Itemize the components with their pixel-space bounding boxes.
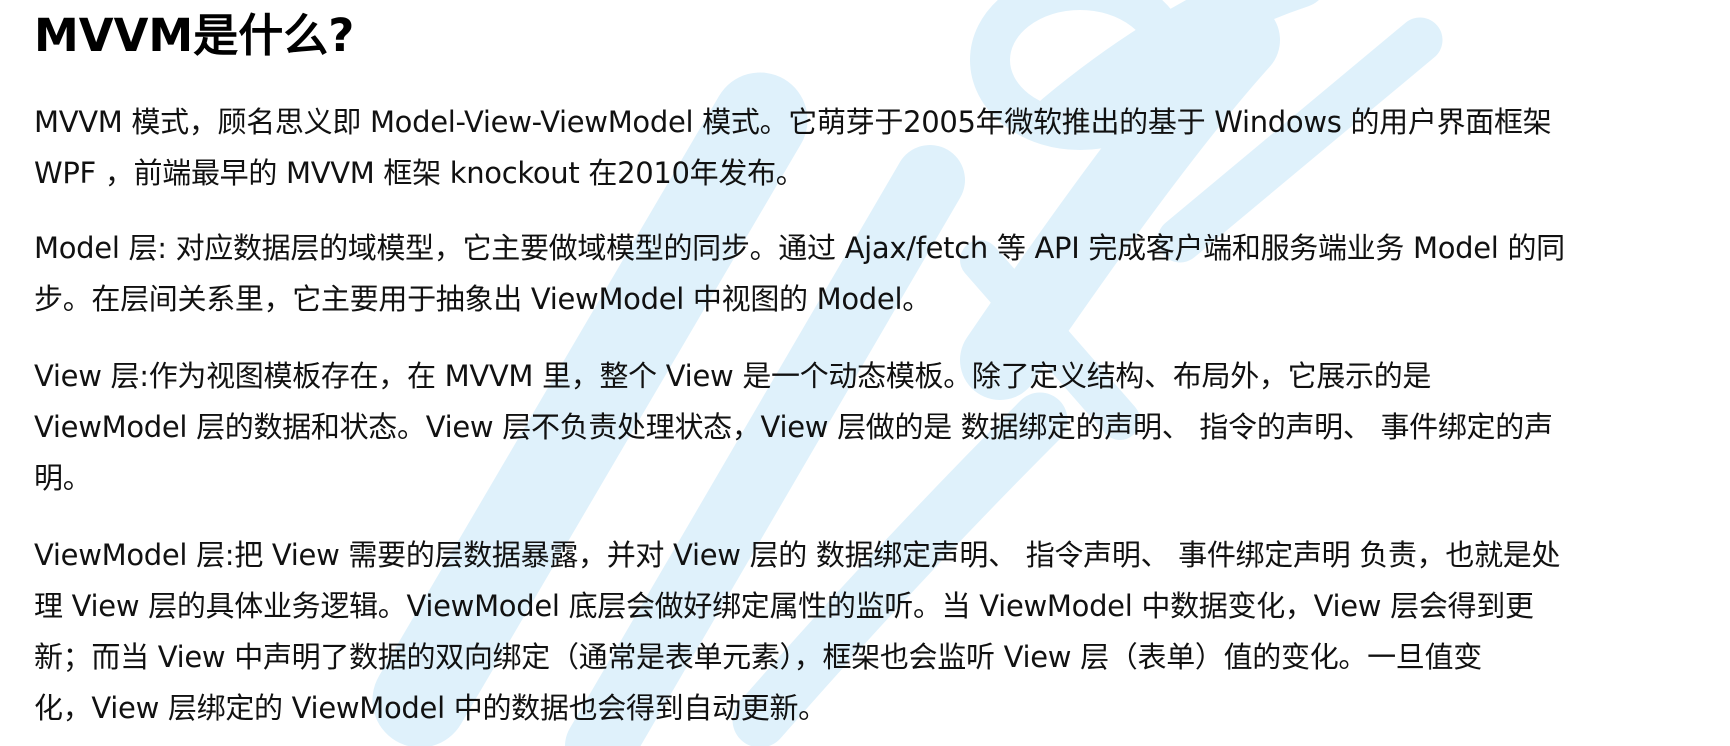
page-title: MVVM是什么? [34, 9, 355, 62]
text-line: 步。在层间关系里，它主要用于抽象出 ViewModel 中视图的 Model。 [34, 282, 931, 316]
text-line: MVVM 模式，顾名思义即 Model-View-ViewModel 模式。它萌… [34, 105, 1552, 139]
paragraph-view-layer: View 层:作为视图模板存在，在 MVVM 里，整个 View 是一个动态模板… [34, 351, 1714, 504]
text-line: 新；而当 View 中声明了数据的双向绑定（通常是表单元素），框架也会监听 Vi… [34, 640, 1482, 674]
text-line: 化，View 层绑定的 ViewModel 中的数据也会得到自动更新。 [34, 691, 827, 725]
text-line: WPF ，前端最早的 MVVM 框架 knockout 在2010年发布。 [34, 156, 805, 190]
text-line: 明。 [34, 461, 92, 495]
paragraph-viewmodel-layer: ViewModel 层:把 View 需要的层数据暴露，并对 View 层的 数… [34, 530, 1714, 734]
paragraph-mvvm-intro: MVVM 模式，顾名思义即 Model-View-ViewModel 模式。它萌… [34, 97, 1714, 199]
text-line: View 层:作为视图模板存在，在 MVVM 里，整个 View 是一个动态模板… [34, 359, 1432, 393]
paragraph-model-layer: Model 层: 对应数据层的域模型，它主要做域模型的同步。通过 Ajax/fe… [34, 223, 1714, 325]
text-line: Model 层: 对应数据层的域模型，它主要做域模型的同步。通过 Ajax/fe… [34, 231, 1565, 265]
text-line: 理 View 层的具体业务逻辑。ViewModel 底层会做好绑定属性的监听。当… [34, 589, 1534, 623]
text-line: ViewModel 层:把 View 需要的层数据暴露，并对 View 层的 数… [34, 538, 1561, 572]
text-line: ViewModel 层的数据和状态。View 层不负责处理状态，View 层做的… [34, 410, 1553, 444]
